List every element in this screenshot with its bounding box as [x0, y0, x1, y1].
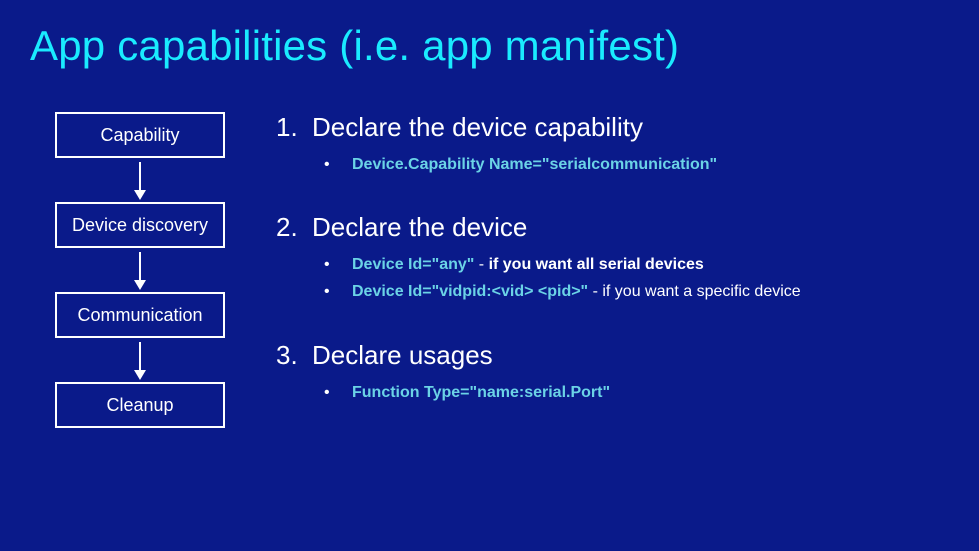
desc: if you want all serial devices — [489, 256, 704, 273]
sub-list-3: • Function Type="name:serial.Port" — [276, 379, 949, 406]
sub-text: Device Id="any" - if you want all serial… — [352, 251, 704, 278]
flow-box-capability: Capability — [55, 112, 225, 158]
sub-text: Device Id="vidpid:<vid> <pid>" - if you … — [352, 278, 801, 305]
sub-item: • Device Id="any" - if you want all seri… — [324, 251, 949, 278]
bullet-icon: • — [324, 151, 332, 178]
desc: if you want a specific device — [602, 283, 800, 300]
code-span: Device Id="any" — [352, 256, 474, 273]
sub-item: • Device Id="vidpid:<vid> <pid>" - if yo… — [324, 278, 949, 305]
flow-box-device-discovery: Device discovery — [55, 202, 225, 248]
sub-text: Function Type="name:serial.Port" — [352, 379, 610, 406]
list-num: 3. — [276, 340, 298, 371]
list-num: 1. — [276, 112, 298, 143]
sep: - — [474, 256, 488, 273]
list-head-text: Declare the device — [312, 212, 527, 243]
bullet-icon: • — [324, 379, 332, 406]
list-head-3: 3. Declare usages — [276, 340, 949, 371]
sub-text: Device.Capability Name="serialcommunicat… — [352, 151, 717, 178]
flow-box-cleanup: Cleanup — [55, 382, 225, 428]
sub-list-2: • Device Id="any" - if you want all seri… — [276, 251, 949, 305]
slide-title: App capabilities (i.e. app manifest) — [30, 22, 949, 70]
sub-list-1: • Device.Capability Name="serialcommunic… — [276, 151, 949, 178]
arrow-icon — [139, 252, 141, 288]
list-head-text: Declare the device capability — [312, 112, 643, 143]
main-list: 1. Declare the device capability • Devic… — [240, 112, 949, 440]
bullet-icon: • — [324, 278, 332, 305]
list-head-2: 2. Declare the device — [276, 212, 949, 243]
slide-content: Capability Device discovery Communicatio… — [30, 112, 949, 440]
sub-item: • Device.Capability Name="serialcommunic… — [324, 151, 949, 178]
sub-item: • Function Type="name:serial.Port" — [324, 379, 949, 406]
list-head-1: 1. Declare the device capability — [276, 112, 949, 143]
list-item-1: 1. Declare the device capability • Devic… — [276, 112, 949, 178]
bullet-icon: • — [324, 251, 332, 278]
list-num: 2. — [276, 212, 298, 243]
flow-box-communication: Communication — [55, 292, 225, 338]
list-head-text: Declare usages — [312, 340, 493, 371]
flow-diagram: Capability Device discovery Communicatio… — [30, 112, 240, 440]
sep: - — [588, 283, 602, 300]
code-span: Device Id="vidpid:<vid> <pid>" — [352, 283, 588, 300]
slide: App capabilities (i.e. app manifest) Cap… — [0, 0, 979, 551]
list-item-2: 2. Declare the device • Device Id="any" … — [276, 212, 949, 305]
arrow-icon — [139, 342, 141, 378]
arrow-icon — [139, 162, 141, 198]
list-item-3: 3. Declare usages • Function Type="name:… — [276, 340, 949, 406]
